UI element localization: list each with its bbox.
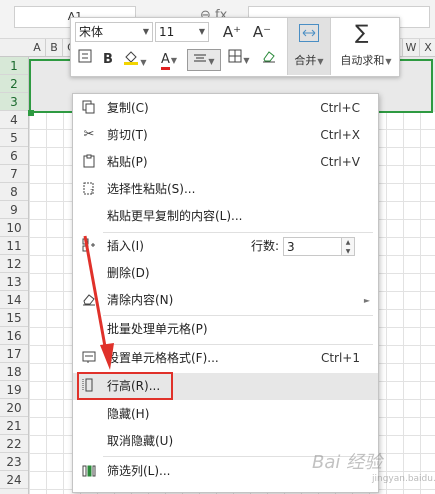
format-painter-icon <box>78 49 92 63</box>
font-name-value: 宋体 <box>79 25 104 39</box>
menu-item-clear-contents[interactable]: 清除内容(N) ► <box>73 287 378 314</box>
row-header-cell[interactable]: 14 <box>0 291 28 309</box>
context-menu: 复制(C) Ctrl+C ✂ 剪切(T) Ctrl+X 粘贴(P) Ctrl+V… <box>72 93 379 493</box>
copy-icon <box>81 100 97 116</box>
rows-count-spinner[interactable]: ▲ ▼ <box>341 237 355 256</box>
font-size-select[interactable]: 11 ▼ <box>155 22 209 42</box>
spin-up-icon[interactable]: ▲ <box>342 238 354 247</box>
row-header-cell[interactable]: 24 <box>0 471 28 489</box>
column-header-cell[interactable]: W <box>403 39 420 56</box>
row-header-cell[interactable]: 2 <box>0 75 28 93</box>
decrease-font-button[interactable]: A⁻ <box>249 21 275 43</box>
column-header-cell[interactable]: X <box>420 39 435 56</box>
paste-icon <box>81 154 97 170</box>
watermark: Bai 经验 <box>312 452 383 473</box>
row-header-cell[interactable]: 3 <box>0 93 28 111</box>
menu-item-delete[interactable]: 删除(D) <box>73 260 378 287</box>
column-header-cell[interactable]: B <box>46 39 63 56</box>
row-header-cell[interactable]: 18 <box>0 363 28 381</box>
menu-item-format-cells[interactable]: 设置单元格格式(F)... Ctrl+1 <box>73 345 378 372</box>
bold-button[interactable]: B <box>99 49 117 71</box>
rows-count-label: 行数: <box>251 239 280 253</box>
eraser-icon <box>81 292 97 308</box>
borders-button[interactable]: ▼ <box>225 49 253 71</box>
menu-item-batch-cells[interactable]: 批量处理单元格(P) <box>73 316 378 343</box>
menu-item-copy[interactable]: 复制(C) Ctrl+C <box>73 95 378 122</box>
row-header-cell[interactable]: 5 <box>0 129 28 147</box>
row-header: 1 2 3 4 5 6 7 8 9 10 11 12 13 14 15 16 17 18 19 20 21 22 23 24 <box>0 57 29 494</box>
menu-item-cut[interactable]: ✂ 剪切(T) Ctrl+X <box>73 122 378 149</box>
row-header-cell[interactable]: 17 <box>0 345 28 363</box>
row-header-cell[interactable]: 19 <box>0 381 28 399</box>
increase-font-button[interactable]: A⁺ <box>219 21 245 43</box>
fill-handle[interactable] <box>28 110 34 116</box>
row-header-cell[interactable]: 6 <box>0 147 28 165</box>
merge-cells-icon <box>299 24 319 42</box>
filter-columns-icon <box>81 463 97 479</box>
row-header-cell[interactable]: 9 <box>0 201 28 219</box>
merge-label: 合并▼ <box>294 54 324 67</box>
font-name-select[interactable]: 宋体 ▼ <box>75 22 153 42</box>
eraser-icon <box>263 51 275 63</box>
chevron-down-icon: ▼ <box>142 27 149 36</box>
format-cells-icon <box>81 350 97 366</box>
row-header-cell[interactable]: 8 <box>0 183 28 201</box>
submenu-arrow-icon: ► <box>363 296 370 305</box>
menu-item-paste-special[interactable]: ? 选择性粘贴(S)... <box>73 176 378 203</box>
eraser-button[interactable] <box>257 49 281 71</box>
watermark-url: jingyan.baidu.com <box>372 474 435 484</box>
row-header-cell[interactable]: 11 <box>0 237 28 255</box>
spin-down-icon[interactable]: ▼ <box>342 247 354 256</box>
row-header-cell[interactable]: 10 <box>0 219 28 237</box>
paste-special-icon: ? <box>81 181 97 197</box>
scissors-icon: ✂ <box>83 127 95 142</box>
row-header-cell[interactable]: 4 <box>0 111 28 129</box>
menu-item-paste-earlier[interactable]: 粘贴更早复制的内容(L)... <box>73 203 378 230</box>
font-color-button[interactable]: A▼ <box>155 49 183 71</box>
row-height-highlight-box <box>77 372 173 400</box>
row-header-cell[interactable]: 1 <box>0 57 28 75</box>
row-header-cell[interactable]: 7 <box>0 165 28 183</box>
floating-format-toolbar: 宋体 ▼ 11 ▼ A⁺ A⁻ B ▼ A▼ ▼ ▼ 合并▼ ∑ 自动求和▼ <box>70 17 400 77</box>
autosum-button[interactable]: 自动求和▼ <box>335 52 397 68</box>
borders-icon <box>228 49 242 63</box>
menu-item-insert[interactable]: 插入(I) 行数: ▲ ▼ <box>73 233 378 260</box>
align-button[interactable]: ▼ <box>187 49 221 71</box>
font-color-letter: A <box>160 53 170 70</box>
row-header-cell[interactable]: 23 <box>0 453 28 471</box>
row-header-cell[interactable]: 15 <box>0 309 28 327</box>
row-header-cell[interactable]: 22 <box>0 435 28 453</box>
fill-bucket-icon <box>124 51 139 65</box>
rows-count-input[interactable] <box>283 237 343 256</box>
chevron-down-icon: ▼ <box>198 27 205 36</box>
row-header-cell[interactable]: 20 <box>0 399 28 417</box>
menu-item-paste[interactable]: 粘贴(P) Ctrl+V <box>73 149 378 176</box>
insert-icon <box>81 238 97 254</box>
row-header-cell[interactable]: 12 <box>0 255 28 273</box>
fill-color-button[interactable]: ▼ <box>121 49 149 71</box>
row-header-cell[interactable]: 21 <box>0 417 28 435</box>
row-header-cell[interactable]: 16 <box>0 327 28 345</box>
merge-cells-button[interactable]: 合并▼ <box>287 18 331 75</box>
menu-item-hide[interactable]: 隐藏(H) <box>73 401 378 428</box>
sigma-icon[interactable]: ∑ <box>355 22 368 42</box>
font-size-value: 11 <box>159 25 175 39</box>
format-painter-button[interactable] <box>75 49 95 71</box>
column-header-cell[interactable]: A <box>29 39 46 56</box>
row-header-cell[interactable]: 13 <box>0 273 28 291</box>
svg-text:?: ? <box>90 188 94 195</box>
align-center-icon <box>194 54 207 62</box>
